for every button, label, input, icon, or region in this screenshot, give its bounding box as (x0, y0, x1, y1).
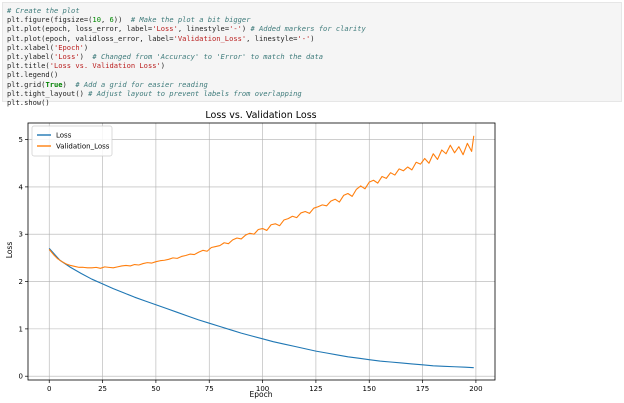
code-token: ) (79, 51, 93, 61)
code-token: ) (83, 42, 89, 52)
y-tick-label: 4 (19, 183, 24, 191)
y-tick-label: 2 (19, 278, 23, 286)
code-line: # Create the plot (7, 6, 617, 15)
code-token: plt.ylabel( (7, 51, 54, 61)
code-token: plt.xlabel( (7, 42, 54, 52)
code-line: plt.tight_layout() # Adjust layout to pr… (7, 89, 617, 98)
code-line: plt.grid(True) # Add a grid for easier r… (7, 80, 617, 89)
code-token: # Added markers for clarity (250, 24, 366, 34)
x-tick-label: 25 (98, 385, 107, 393)
series-layer (48, 135, 475, 369)
code-token: 'Loss' (53, 51, 80, 61)
x-tick-label: 125 (309, 385, 322, 393)
code-cell[interactable]: # Create the plot plt.figure(figsize=(10,… (2, 2, 622, 107)
x-tick-label: 50 (151, 385, 160, 393)
code-token: # Adjust layout to prevent labels from o… (88, 88, 302, 98)
y-tick-label: 1 (19, 325, 23, 333)
code-token: ) (310, 33, 315, 43)
code-token: plt.figure(figsize=( (7, 15, 93, 25)
code-token: , linestyle= (246, 33, 298, 43)
series-line-validation-loss (48, 135, 475, 269)
code-token: ) (160, 61, 166, 71)
ticks: 0 25 50 75 100 125 150 175 200012345 (19, 136, 483, 393)
code-token: plt.tight_layout() (7, 88, 89, 98)
legend: Loss Validation_Loss (31, 125, 113, 157)
code-token: # Create the plot (7, 6, 80, 15)
x-tick-label: 75 (205, 385, 214, 393)
code-token: ) (62, 79, 76, 89)
code-token: 'Epoch' (53, 42, 84, 52)
x-tick-label: 150 (363, 385, 376, 393)
code-line: plt.plot(epoch, loss_error, label='Loss'… (7, 24, 617, 33)
code-token: , linestyle= (177, 24, 230, 34)
code-line: plt.figure(figsize=(10, 6)) # Make the p… (7, 15, 617, 24)
code-token: , (100, 15, 110, 25)
code-line: plt.title('Loss vs. Validation Loss') (7, 61, 617, 70)
code-token: )) (113, 15, 131, 25)
code-token: 'Validation_Loss' (173, 33, 247, 43)
x-tick-label: 0 (47, 385, 51, 393)
plot-frame (27, 122, 496, 381)
legend-label: Loss (56, 132, 72, 140)
grid (28, 123, 495, 380)
code-token: 10 (92, 15, 101, 25)
y-tick-label: 3 (19, 231, 23, 239)
code-token: 'Loss' (152, 24, 178, 34)
code-token: # Make the plot a bit bigger (130, 15, 251, 25)
code-line: plt.plot(epoch, validloss_error, label='… (7, 34, 617, 43)
y-axis-label: Loss (5, 242, 14, 259)
code-token: '-' (297, 33, 311, 43)
code-token: plt.plot(epoch, validloss_error, label= (7, 33, 174, 43)
chart: Loss vs. Validation Loss 0 25 50 75 100 125 15… (5, 110, 496, 399)
code-token: 'Loss vs. Validation Loss' (49, 61, 161, 71)
y-tick-label: 0 (19, 373, 23, 381)
code-token: plt.legend() (7, 70, 59, 80)
code-token: # Add a grid for easier reading (75, 79, 208, 89)
code-line: plt.xlabel('Epoch') (7, 43, 617, 52)
series-line-loss (48, 248, 474, 369)
code-token: plt.title( (7, 61, 50, 71)
code-line: plt.ylabel('Loss') # Changed from 'Accur… (7, 52, 617, 61)
x-axis-label: Epoch (250, 390, 273, 399)
code-token: plt.grid( (7, 79, 46, 89)
code-token: '-' (229, 24, 242, 34)
chart-title: Loss vs. Validation Loss (205, 110, 316, 121)
y-tick-label: 5 (19, 136, 23, 144)
code-token: True (45, 79, 63, 89)
legend-label: Validation_Loss (56, 143, 110, 151)
code-token: # Changed from 'Accuracy' to 'Error' to … (92, 51, 324, 61)
code-token: plt.plot(epoch, loss_error, label= (7, 24, 153, 34)
legend-box (31, 125, 113, 157)
code-line: plt.legend() (7, 70, 617, 79)
x-tick-label: 175 (416, 385, 429, 393)
x-tick-label: 200 (469, 385, 482, 393)
